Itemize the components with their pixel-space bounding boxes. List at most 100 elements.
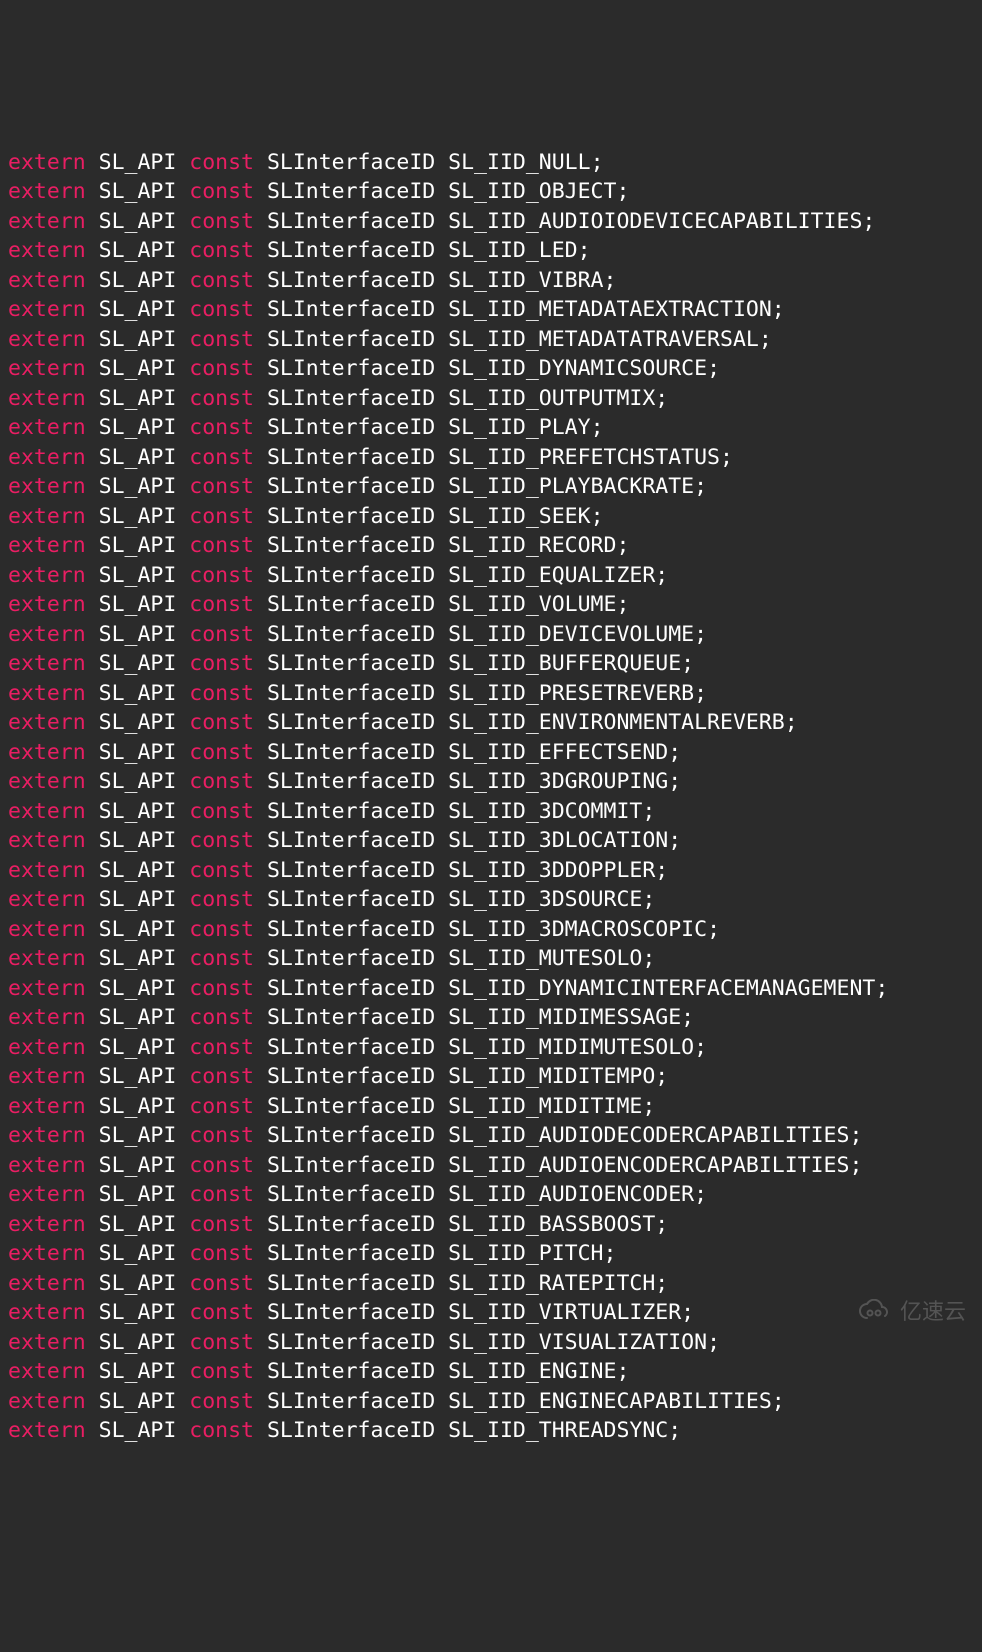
semicolon: ;: [655, 386, 668, 411]
identifier: SL_IID_DYNAMICSOURCE: [448, 356, 707, 381]
identifier: SL_IID_NULL: [448, 150, 590, 175]
api-macro: SL_API: [99, 445, 177, 470]
api-macro: SL_API: [99, 887, 177, 912]
code-line: extern SL_API const SLInterfaceID SL_IID…: [8, 443, 974, 473]
type-name: SLInterfaceID: [267, 563, 435, 588]
api-macro: SL_API: [99, 710, 177, 735]
type-name: SLInterfaceID: [267, 592, 435, 617]
api-macro: SL_API: [99, 297, 177, 322]
type-name: SLInterfaceID: [267, 474, 435, 499]
code-line: extern SL_API const SLInterfaceID SL_IID…: [8, 620, 974, 650]
semicolon: ;: [668, 828, 681, 853]
identifier: SL_IID_MIDIMESSAGE: [448, 1005, 681, 1030]
keyword-const: const: [189, 386, 254, 411]
code-line: extern SL_API const SLInterfaceID SL_IID…: [8, 236, 974, 266]
keyword-extern: extern: [8, 887, 86, 912]
api-macro: SL_API: [99, 1212, 177, 1237]
semicolon: ;: [604, 1241, 617, 1266]
semicolon: ;: [694, 1182, 707, 1207]
type-name: SLInterfaceID: [267, 622, 435, 647]
semicolon: ;: [604, 268, 617, 293]
code-line: extern SL_API const SLInterfaceID SL_IID…: [8, 413, 974, 443]
type-name: SLInterfaceID: [267, 681, 435, 706]
api-macro: SL_API: [99, 799, 177, 824]
semicolon: ;: [707, 356, 720, 381]
keyword-const: const: [189, 1094, 254, 1119]
semicolon: ;: [655, 858, 668, 883]
keyword-extern: extern: [8, 533, 86, 558]
identifier: SL_IID_THREADSYNC: [448, 1418, 668, 1443]
semicolon: ;: [772, 297, 785, 322]
type-name: SLInterfaceID: [267, 1389, 435, 1414]
type-name: SLInterfaceID: [267, 386, 435, 411]
type-name: SLInterfaceID: [267, 356, 435, 381]
identifier: SL_IID_DYNAMICINTERFACEMANAGEMENT: [448, 976, 875, 1001]
code-line: extern SL_API const SLInterfaceID SL_IID…: [8, 148, 974, 178]
identifier: SL_IID_METADATAEXTRACTION: [448, 297, 772, 322]
keyword-const: const: [189, 179, 254, 204]
code-line: extern SL_API const SLInterfaceID SL_IID…: [8, 974, 974, 1004]
code-line: extern SL_API const SLInterfaceID SL_IID…: [8, 354, 974, 384]
keyword-const: const: [189, 828, 254, 853]
api-macro: SL_API: [99, 946, 177, 971]
semicolon: ;: [668, 1418, 681, 1443]
code-line: extern SL_API const SLInterfaceID SL_IID…: [8, 561, 974, 591]
code-line: extern SL_API const SLInterfaceID SL_IID…: [8, 915, 974, 945]
keyword-extern: extern: [8, 1064, 86, 1089]
api-macro: SL_API: [99, 1182, 177, 1207]
keyword-extern: extern: [8, 1035, 86, 1060]
semicolon: ;: [694, 622, 707, 647]
keyword-extern: extern: [8, 1389, 86, 1414]
keyword-extern: extern: [8, 356, 86, 381]
semicolon: ;: [707, 1330, 720, 1355]
api-macro: SL_API: [99, 209, 177, 234]
keyword-extern: extern: [8, 1241, 86, 1266]
keyword-const: const: [189, 1241, 254, 1266]
keyword-const: const: [189, 150, 254, 175]
identifier: SL_IID_BASSBOOST: [448, 1212, 655, 1237]
type-name: SLInterfaceID: [267, 799, 435, 824]
identifier: SL_IID_OBJECT: [448, 179, 616, 204]
semicolon: ;: [694, 681, 707, 706]
api-macro: SL_API: [99, 976, 177, 1001]
keyword-extern: extern: [8, 592, 86, 617]
api-macro: SL_API: [99, 356, 177, 381]
identifier: SL_IID_3DGROUPING: [448, 769, 668, 794]
keyword-const: const: [189, 976, 254, 1001]
identifier: SL_IID_3DDOPPLER: [448, 858, 655, 883]
semicolon: ;: [642, 1094, 655, 1119]
keyword-extern: extern: [8, 651, 86, 676]
api-macro: SL_API: [99, 1389, 177, 1414]
semicolon: ;: [759, 327, 772, 352]
keyword-const: const: [189, 946, 254, 971]
type-name: SLInterfaceID: [267, 740, 435, 765]
api-macro: SL_API: [99, 592, 177, 617]
code-line: extern SL_API const SLInterfaceID SL_IID…: [8, 472, 974, 502]
code-line: extern SL_API const SLInterfaceID SL_IID…: [8, 1357, 974, 1387]
identifier: SL_IID_OUTPUTMIX: [448, 386, 655, 411]
keyword-extern: extern: [8, 1094, 86, 1119]
type-name: SLInterfaceID: [267, 1035, 435, 1060]
keyword-extern: extern: [8, 1271, 86, 1296]
api-macro: SL_API: [99, 1359, 177, 1384]
semicolon: ;: [642, 799, 655, 824]
keyword-extern: extern: [8, 976, 86, 1001]
identifier: SL_IID_VOLUME: [448, 592, 616, 617]
type-name: SLInterfaceID: [267, 1005, 435, 1030]
type-name: SLInterfaceID: [267, 1330, 435, 1355]
keyword-extern: extern: [8, 1123, 86, 1148]
semicolon: ;: [642, 887, 655, 912]
keyword-extern: extern: [8, 563, 86, 588]
keyword-extern: extern: [8, 1005, 86, 1030]
keyword-const: const: [189, 592, 254, 617]
keyword-const: const: [189, 858, 254, 883]
semicolon: ;: [862, 209, 875, 234]
semicolon: ;: [591, 415, 604, 440]
type-name: SLInterfaceID: [267, 976, 435, 1001]
api-macro: SL_API: [99, 563, 177, 588]
type-name: SLInterfaceID: [267, 828, 435, 853]
code-line: extern SL_API const SLInterfaceID SL_IID…: [8, 266, 974, 296]
semicolon: ;: [655, 1271, 668, 1296]
keyword-extern: extern: [8, 946, 86, 971]
code-line: extern SL_API const SLInterfaceID SL_IID…: [8, 826, 974, 856]
